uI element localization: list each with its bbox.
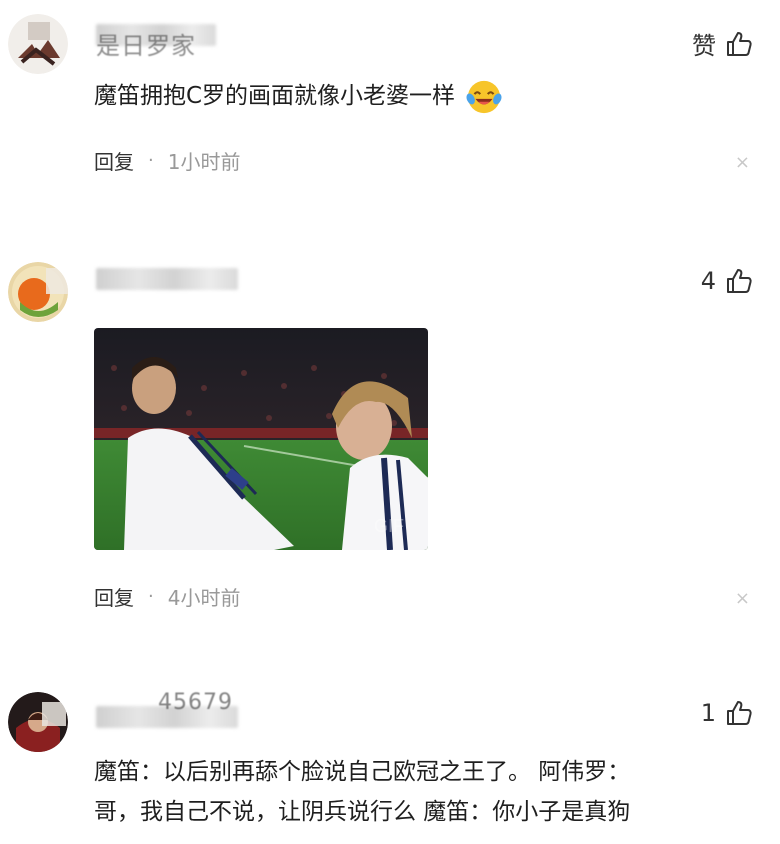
comment-text-line-2: 哥，我自己不说，让阴兵说行么 魔笛：你小子是真狗 bbox=[94, 799, 631, 825]
avatar[interactable] bbox=[8, 692, 68, 752]
comment-3: 45679 1 魔笛：以后别再舔个脸说自己欧冠之王了。 阿伟罗： 哥，我自己不说… bbox=[0, 0, 780, 844]
like-count: 1 bbox=[700, 699, 716, 727]
like-button[interactable]: 1 bbox=[701, 698, 754, 728]
comment-text-line-1: 魔笛：以后别再舔个脸说自己欧冠之王了。 阿伟罗： bbox=[94, 759, 631, 785]
thumbs-up-icon bbox=[727, 701, 752, 725]
username-peek: 45679 bbox=[158, 690, 233, 715]
